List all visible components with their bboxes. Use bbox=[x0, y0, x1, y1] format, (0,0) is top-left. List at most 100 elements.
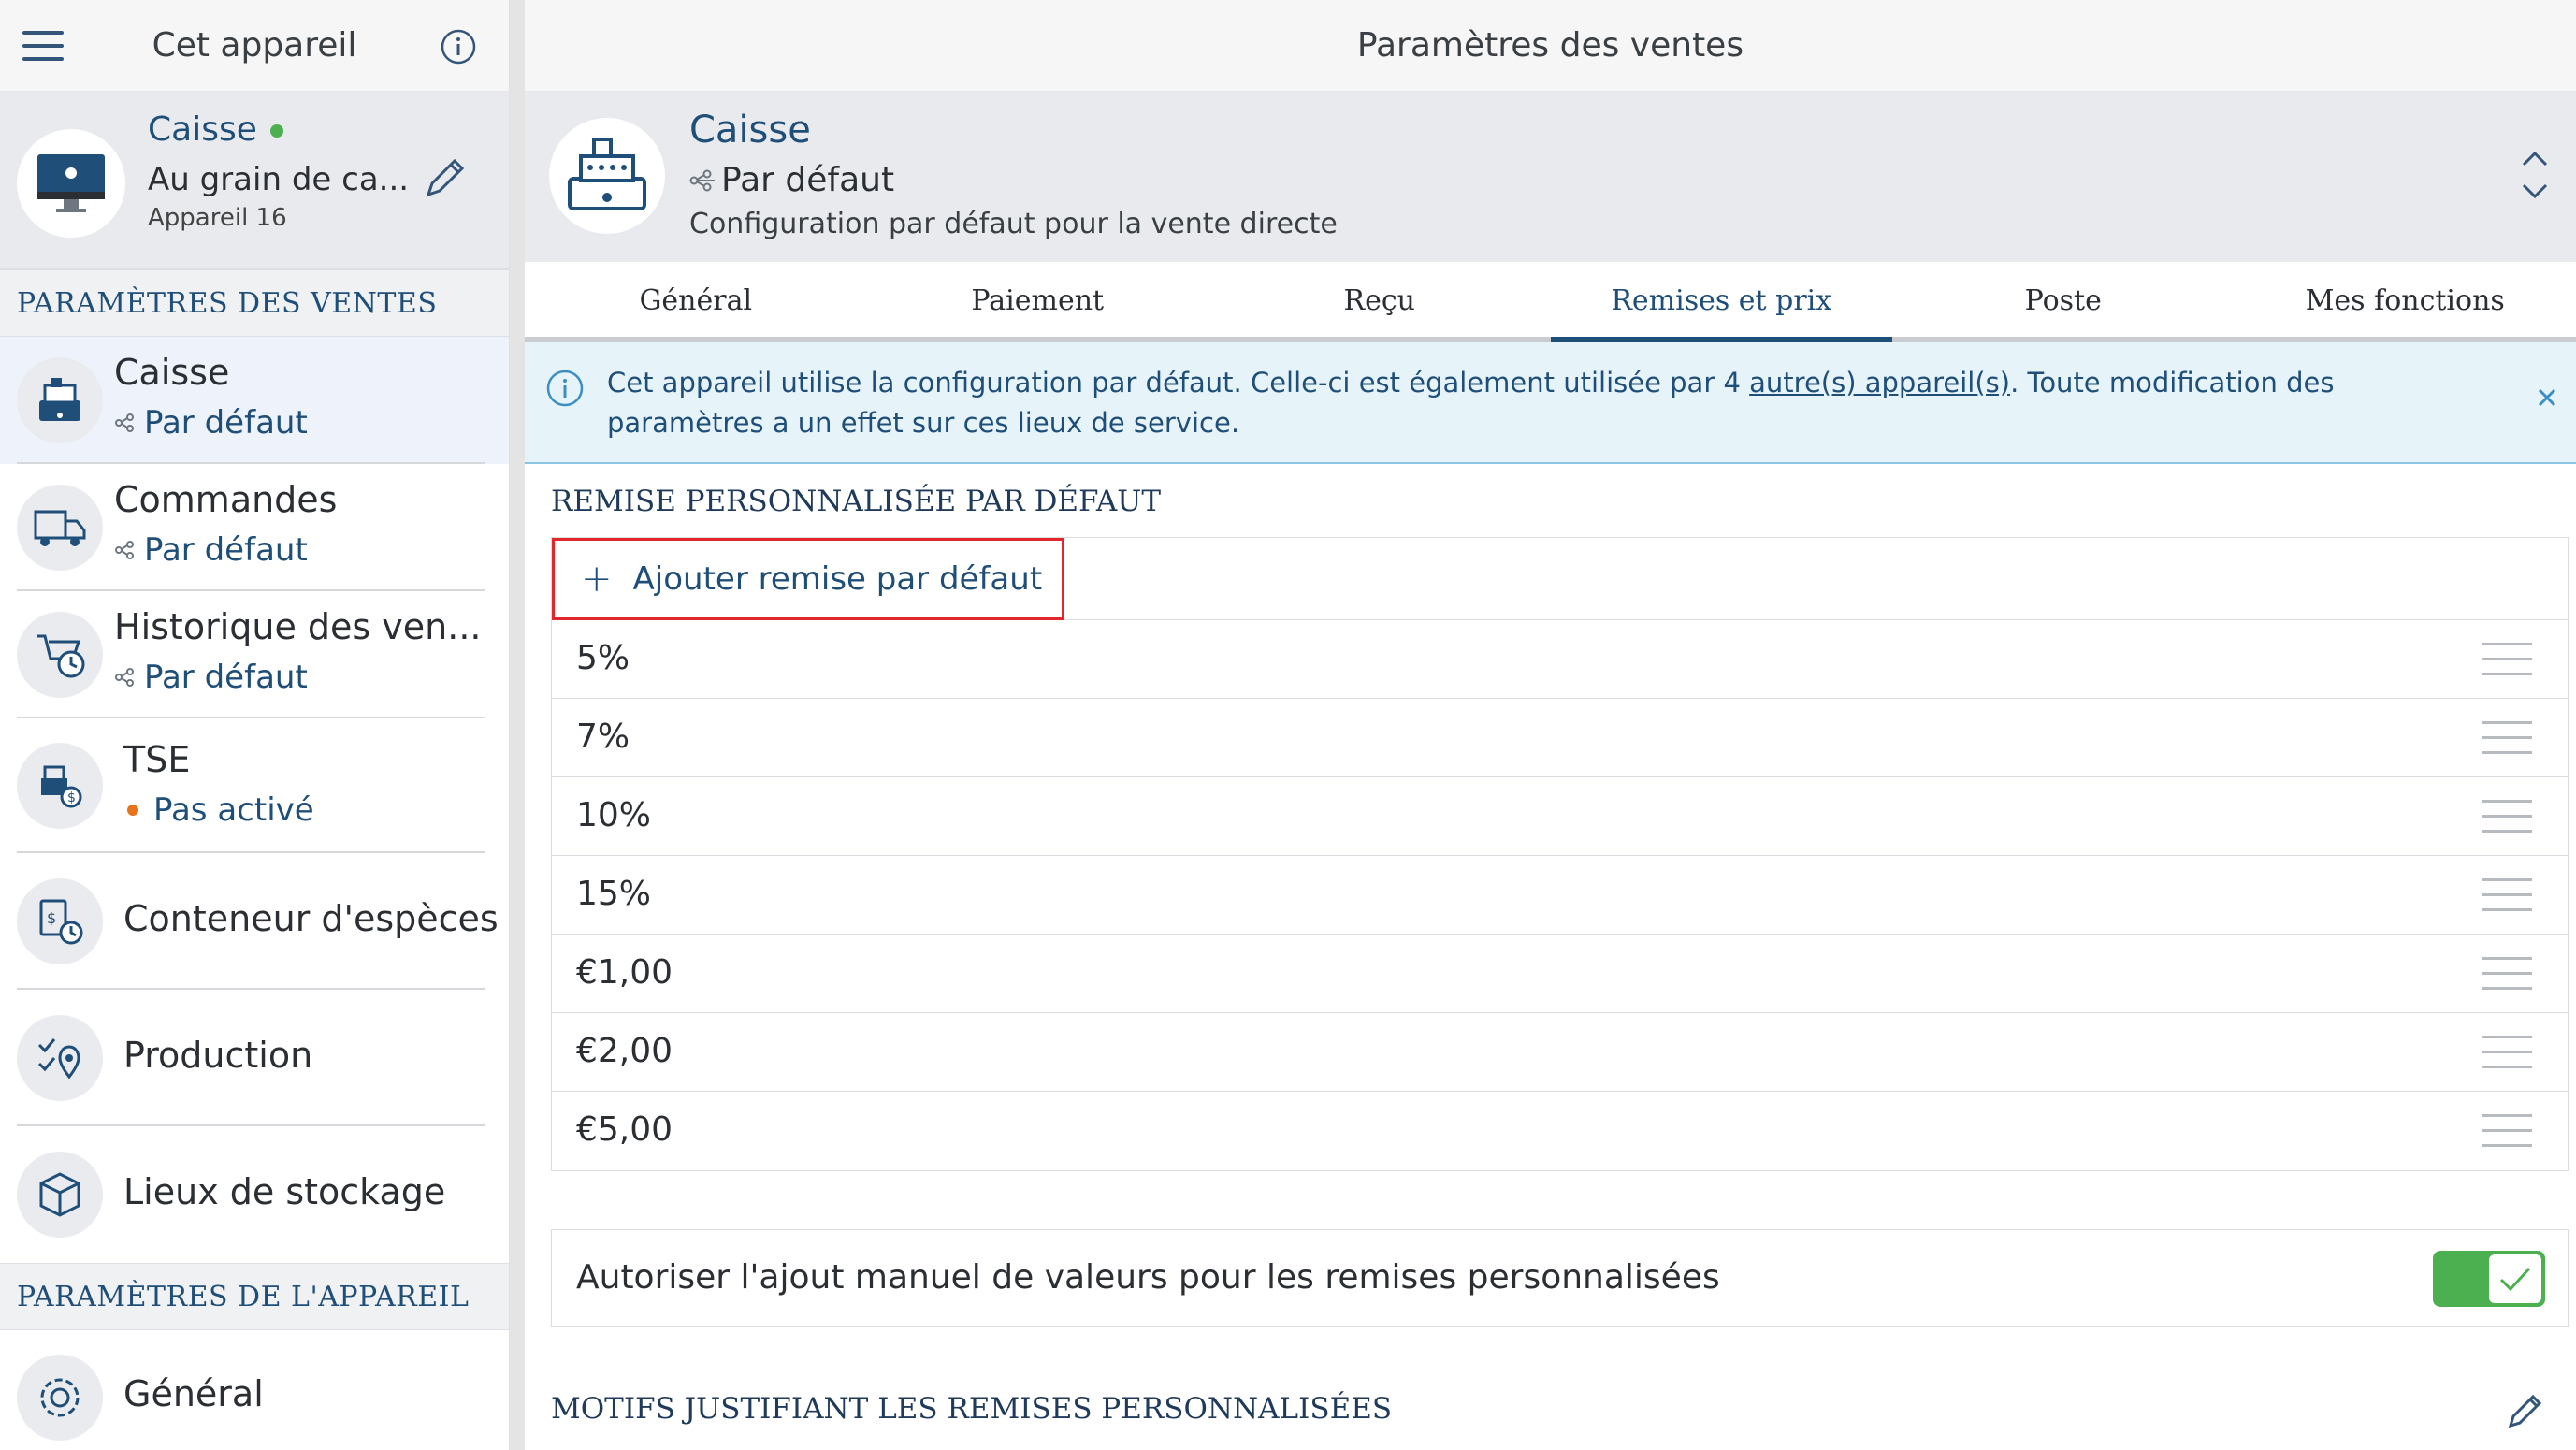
sidebar-item-caisse[interactable]: Caisse Par défaut bbox=[0, 337, 509, 464]
config-title: Caisse bbox=[689, 109, 811, 152]
list-item[interactable]: €2,00 bbox=[552, 1013, 2568, 1092]
sidebar-item-label: Général bbox=[123, 1373, 264, 1414]
device-location: Au grain de ca... bbox=[148, 161, 410, 198]
manual-values-toggle[interactable] bbox=[2433, 1251, 2545, 1307]
settings-tabs: Général Paiement Reçu Remises et prix Po… bbox=[525, 262, 2576, 342]
share-icon bbox=[115, 668, 134, 687]
edit-pencil-icon[interactable] bbox=[2505, 1388, 2548, 1431]
checkmark-icon bbox=[2499, 1267, 2531, 1292]
sidebar-item-tse[interactable]: $ TSE Pas activé bbox=[0, 718, 509, 853]
sidebar-item-label: TSE bbox=[123, 739, 191, 780]
sidebar-item-label: Conteneur d'espèces bbox=[123, 898, 499, 939]
drag-handle-icon[interactable] bbox=[2482, 643, 2532, 678]
discount-value: €5,00 bbox=[576, 1110, 673, 1149]
sidebar-item-conteneur[interactable]: $ Conteneur d'espèces bbox=[0, 853, 509, 990]
discount-value: €2,00 bbox=[576, 1032, 673, 1070]
drag-handle-icon[interactable] bbox=[2482, 800, 2532, 835]
svg-text:$: $ bbox=[67, 790, 76, 805]
plus-icon: + bbox=[581, 558, 613, 601]
list-item[interactable]: 15% bbox=[552, 856, 2568, 935]
info-icon bbox=[546, 370, 584, 407]
left-header: Cet appareil bbox=[0, 0, 509, 92]
tse-icon: $ bbox=[17, 743, 103, 829]
gear-icon bbox=[17, 1355, 103, 1441]
config-profile: Par défaut bbox=[689, 161, 894, 199]
storage-icon bbox=[17, 1152, 103, 1238]
list-item[interactable]: €5,00 bbox=[552, 1092, 2568, 1170]
cash-register-icon bbox=[17, 357, 103, 443]
add-discount-row: + Ajouter remise par défaut bbox=[552, 538, 2568, 620]
tab-remises-et-prix[interactable]: Remises et prix bbox=[1550, 262, 1893, 342]
device-name: Caisse bbox=[148, 110, 283, 149]
sales-settings-header: PARAMÈTRES DES VENTES bbox=[0, 269, 509, 337]
tab-mes-fonctions[interactable]: Mes fonctions bbox=[2235, 262, 2576, 337]
expand-collapse-icon[interactable] bbox=[2516, 142, 2554, 208]
share-icon bbox=[115, 541, 134, 559]
inactive-status-dot bbox=[127, 805, 138, 816]
info-icon[interactable] bbox=[440, 28, 477, 65]
discount-value: 5% bbox=[576, 639, 630, 677]
toggle-knob bbox=[2489, 1254, 2541, 1303]
sidebar-item-label: Production bbox=[123, 1035, 313, 1076]
discount-value: 10% bbox=[576, 796, 652, 834]
drag-handle-icon[interactable] bbox=[2482, 721, 2532, 757]
left-title: Cet appareil bbox=[152, 26, 357, 65]
sidebar-item-label: Caisse bbox=[114, 352, 230, 393]
tab-paiement[interactable]: Paiement bbox=[867, 262, 1209, 337]
page-title: Paramètres des ventes bbox=[525, 0, 2576, 92]
banner-text: Cet appareil utilise la configuration pa… bbox=[607, 367, 2335, 439]
online-status-dot bbox=[269, 124, 283, 138]
sidebar-item-sub: Pas activé bbox=[112, 791, 314, 829]
default-discount-header: REMISE PERSONNALISÉE PAR DÉFAUT bbox=[551, 485, 1162, 518]
discount-list: + Ajouter remise par défaut 5% 7% 10% 15… bbox=[551, 537, 2569, 1171]
drag-handle-icon[interactable] bbox=[2482, 878, 2532, 914]
tab-general[interactable]: Général bbox=[525, 262, 867, 337]
drag-handle-icon[interactable] bbox=[2482, 1036, 2532, 1071]
config-card[interactable]: Caisse Par défaut Configuration par défa… bbox=[525, 92, 2576, 262]
discount-value: 15% bbox=[576, 875, 652, 913]
monitor-icon bbox=[17, 129, 125, 238]
sidebar-item-sub: Par défaut bbox=[114, 531, 308, 569]
discount-value: 7% bbox=[576, 718, 630, 756]
list-item[interactable]: 10% bbox=[552, 777, 2568, 856]
edit-pencil-icon[interactable] bbox=[419, 152, 471, 204]
sidebar-item-label: Historique des ven... bbox=[114, 606, 482, 647]
left-pane: Cet appareil Caisse Au grain de ca... Ap… bbox=[0, 0, 510, 1450]
other-devices-link[interactable]: autre(s) appareil(s) bbox=[1749, 367, 2010, 399]
sidebar-item-label: Lieux de stockage bbox=[123, 1171, 446, 1212]
svg-text:$: $ bbox=[47, 909, 56, 927]
sidebar-item-stockage[interactable]: Lieux de stockage bbox=[0, 1126, 509, 1263]
sidebar-item-label: Commandes bbox=[114, 479, 338, 520]
production-icon bbox=[17, 1015, 103, 1101]
sidebar-item-general[interactable]: Général bbox=[0, 1330, 509, 1450]
cash-container-icon: $ bbox=[17, 878, 103, 964]
list-item[interactable]: €1,00 bbox=[552, 935, 2568, 1013]
close-icon[interactable] bbox=[2533, 384, 2561, 412]
add-default-discount-button[interactable]: + Ajouter remise par défaut bbox=[552, 538, 1064, 620]
right-pane: Paramètres des ventes Caisse Par défaut … bbox=[525, 0, 2576, 1450]
pane-divider[interactable] bbox=[510, 0, 525, 1450]
device-card[interactable]: Caisse Au grain de ca... Appareil 16 bbox=[0, 92, 509, 269]
share-icon bbox=[689, 169, 715, 191]
device-number: Appareil 16 bbox=[148, 204, 287, 232]
list-item[interactable]: 7% bbox=[552, 699, 2568, 777]
device-settings-header: PARAMÈTRES DE L'APPAREIL bbox=[0, 1263, 509, 1330]
sidebar-item-sub: Par défaut bbox=[114, 659, 308, 696]
sidebar-item-production[interactable]: Production bbox=[0, 990, 509, 1126]
drag-handle-icon[interactable] bbox=[2482, 1114, 2532, 1150]
config-description: Configuration par défaut pour la vente d… bbox=[689, 208, 1338, 240]
discount-value: €1,00 bbox=[576, 953, 673, 992]
sidebar-item-sub: Par défaut bbox=[114, 404, 308, 442]
manual-values-setting: Autoriser l'ajout manuel de valeurs pour… bbox=[551, 1229, 2569, 1327]
share-icon bbox=[115, 413, 134, 432]
discount-reasons-header: MOTIFS JUSTIFIANT LES REMISES PERSONNALI… bbox=[551, 1392, 1393, 1426]
sidebar-item-historique[interactable]: Historique des ven... Par défaut bbox=[0, 591, 509, 718]
setting-label: Autoriser l'ajout manuel de valeurs pour… bbox=[576, 1258, 1720, 1297]
list-item[interactable]: 5% bbox=[552, 620, 2568, 699]
tab-recu[interactable]: Reçu bbox=[1208, 262, 1551, 337]
sidebar-item-commandes[interactable]: Commandes Par défaut bbox=[0, 464, 509, 591]
tab-poste[interactable]: Poste bbox=[1892, 262, 2235, 337]
info-banner: Cet appareil utilise la configuration pa… bbox=[525, 342, 2576, 464]
drag-handle-icon[interactable] bbox=[2482, 957, 2532, 993]
sales-history-icon bbox=[17, 612, 103, 698]
